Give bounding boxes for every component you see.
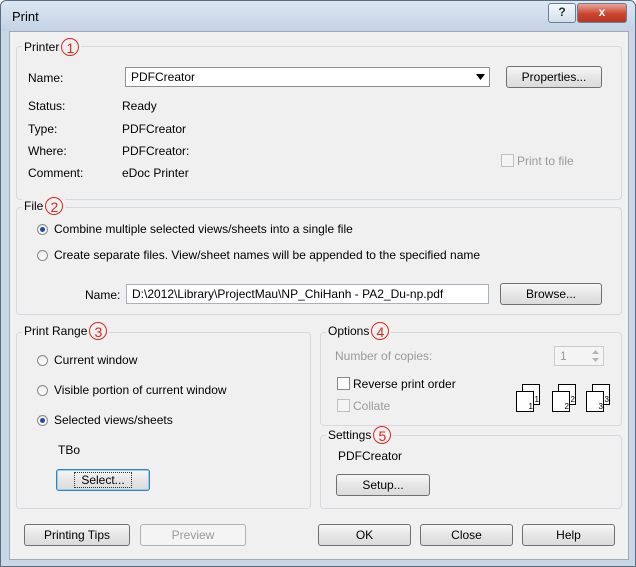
printer-name-value: PDFCreator — [131, 70, 196, 84]
printer-name-label: Name: — [28, 71, 64, 85]
visible-portion-label[interactable]: Visible portion of current window — [54, 383, 227, 397]
browse-button[interactable]: Browse... — [500, 283, 602, 305]
close-icon[interactable]: x — [577, 3, 627, 23]
properties-button[interactable]: Properties... — [506, 66, 602, 88]
status-value: Ready — [122, 99, 157, 113]
print-range-legend-label: Print Range — [24, 324, 88, 338]
type-label: Type: — [28, 122, 58, 136]
settings-group — [320, 435, 622, 509]
options-legend: Options 4 — [326, 322, 392, 340]
type-value: PDFCreator — [122, 122, 187, 136]
settings-legend: Settings 5 — [326, 426, 394, 444]
copies-value: 1 — [560, 349, 567, 363]
collate-page-number: 2 — [564, 402, 569, 411]
combine-radio[interactable] — [37, 224, 48, 235]
print-to-file-checkbox[interactable] — [501, 154, 514, 167]
collate-checkbox[interactable] — [337, 399, 350, 412]
where-label: Where: — [28, 144, 67, 158]
help-button[interactable]: Help — [522, 524, 615, 546]
chevron-down-icon — [476, 74, 485, 80]
window-title: Print — [12, 9, 39, 24]
marker-1-icon: 1 — [61, 38, 80, 56]
current-window-label[interactable]: Current window — [54, 353, 137, 367]
where-value: PDFCreator: — [122, 144, 190, 158]
collate-page-number: 1 — [534, 395, 539, 404]
selected-views-radio[interactable] — [37, 415, 48, 426]
print-range-legend: Print Range 3 — [22, 322, 110, 340]
collate-page-number: 1 — [528, 402, 533, 411]
collate-page-number: 2 — [570, 395, 575, 404]
reverse-order-label[interactable]: Reverse print order — [353, 377, 456, 391]
selection-name: TBo — [58, 443, 81, 457]
select-button[interactable]: Select... — [56, 469, 150, 491]
visible-portion-radio[interactable] — [37, 385, 48, 396]
file-legend: File 2 — [22, 197, 66, 215]
select-button-label: Select... — [74, 472, 132, 488]
close-button[interactable]: Close — [420, 524, 513, 546]
print-dialog: Print ? x Printer 1 Name: PDFCreator Pro… — [0, 0, 636, 567]
collate-pages-icon-2: 2 2 — [552, 384, 576, 412]
copies-label: Number of copies: — [335, 349, 433, 363]
help-icon[interactable]: ? — [548, 3, 576, 23]
selected-views-label[interactable]: Selected views/sheets — [54, 413, 173, 427]
separate-files-label[interactable]: Create separate files. View/sheet names … — [54, 248, 480, 262]
comment-label: Comment: — [28, 166, 84, 180]
current-window-radio[interactable] — [37, 355, 48, 366]
dialog-body: Printer 1 Name: PDFCreator Properties...… — [9, 31, 629, 560]
status-label: Status: — [28, 99, 66, 113]
file-name-input[interactable]: D:\2012\Library\ProjectMau\NP_ChiHanh - … — [126, 284, 489, 304]
marker-2-icon: 2 — [45, 197, 64, 215]
spinner-arrows-icon[interactable] — [591, 348, 600, 364]
printer-legend-label: Printer — [24, 40, 60, 54]
comment-value: eDoc Printer — [122, 166, 189, 180]
collate-pages-icon-1: 1 1 — [516, 384, 540, 412]
printer-legend: Printer 1 — [22, 38, 82, 56]
file-name-label: Name: — [85, 288, 121, 302]
collate-label[interactable]: Collate — [353, 399, 390, 413]
printer-name-select[interactable]: PDFCreator — [125, 67, 490, 87]
marker-5-icon: 5 — [373, 426, 392, 444]
options-legend-label: Options — [328, 324, 370, 338]
ok-button[interactable]: OK — [318, 524, 411, 546]
collate-page-number: 3 — [598, 402, 603, 411]
marker-3-icon: 3 — [89, 322, 108, 340]
setup-button[interactable]: Setup... — [336, 474, 430, 496]
settings-value: PDFCreator — [338, 449, 403, 463]
separate-files-radio[interactable] — [37, 250, 48, 261]
print-to-file-label: Print to file — [517, 154, 574, 168]
preview-button[interactable]: Preview — [140, 524, 246, 546]
collate-pages-icon-3: 3 3 — [586, 384, 610, 412]
marker-4-icon: 4 — [371, 322, 390, 340]
reverse-order-checkbox[interactable] — [337, 377, 350, 390]
combine-label[interactable]: Combine multiple selected views/sheets i… — [54, 222, 353, 236]
file-legend-label: File — [24, 199, 44, 213]
printing-tips-button[interactable]: Printing Tips — [24, 524, 130, 546]
collate-page-number: 3 — [604, 395, 609, 404]
title-bar[interactable]: Print ? x — [1, 1, 635, 31]
settings-legend-label: Settings — [328, 428, 372, 442]
